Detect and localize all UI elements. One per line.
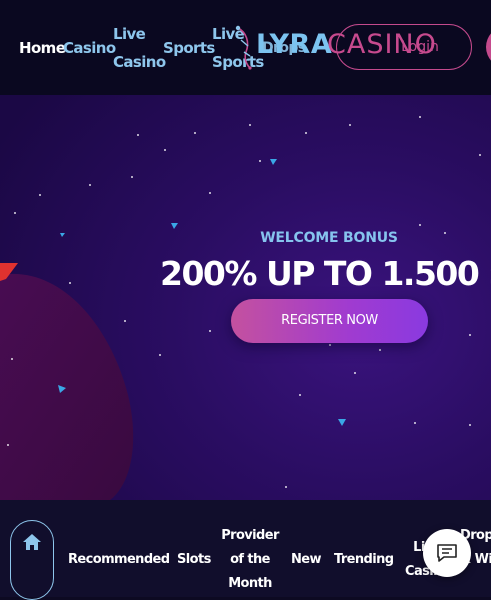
category-recommended[interactable]: Recommended <box>68 548 170 572</box>
lyra-logo-icon <box>235 25 252 70</box>
login-button[interactable]: Login <box>336 24 472 70</box>
nav-live-casino-line2: Casino <box>113 53 166 71</box>
site-header: Home Casino Live Casino Sports Live Spor… <box>0 0 491 95</box>
category-provider-of-the-month[interactable]: Provider of the Month <box>218 524 282 596</box>
category-provider-line1: Provider <box>221 528 279 543</box>
nav-home[interactable]: Home <box>19 34 66 62</box>
nav-sports[interactable]: Sports <box>163 34 215 62</box>
bonus-headline: 200% UP TO 1.500 $ <box>160 254 491 293</box>
home-icon <box>23 534 41 550</box>
welcome-bonus-label: WELCOME BONUS <box>260 230 398 246</box>
live-chat-button[interactable] <box>423 529 471 577</box>
logo-text-lyra: LYRA <box>256 29 333 60</box>
category-bar: Recommended Slots Provider of the Month … <box>0 500 491 600</box>
planet-shape <box>0 273 134 500</box>
hero-banner: WELCOME BONUS 200% UP TO 1.500 $ REGISTE… <box>0 95 491 500</box>
chat-icon <box>437 544 457 562</box>
register-icon-button[interactable] <box>486 26 491 68</box>
category-trending[interactable]: Trending <box>334 548 394 572</box>
category-slots[interactable]: Slots <box>177 548 211 572</box>
hero-background <box>0 116 481 500</box>
category-provider-line3: Month <box>228 576 272 591</box>
category-home-tab[interactable] <box>10 520 54 600</box>
register-now-button[interactable]: REGISTER NOW <box>231 299 428 343</box>
category-new[interactable]: New <box>291 548 322 572</box>
nav-live-casino-line1: Live <box>113 25 146 43</box>
category-provider-line2: of the <box>230 552 270 567</box>
nav-casino[interactable]: Casino <box>63 34 116 62</box>
nav-live-casino[interactable]: Live Casino <box>113 20 166 76</box>
login-button-label: Login <box>401 39 439 55</box>
